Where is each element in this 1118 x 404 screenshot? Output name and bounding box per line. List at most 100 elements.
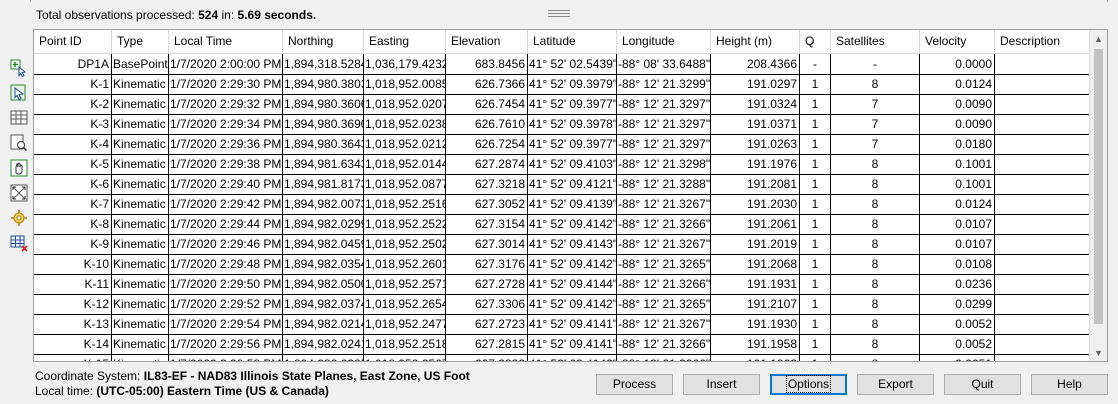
cell-northing[interactable]: 1,894,982.0459 [283,234,364,254]
column-header-description[interactable]: Description [995,30,1090,53]
cell-velocity[interactable]: 0.1001 [920,174,995,194]
scroll-up-icon[interactable]: ▲ [1090,30,1107,47]
cell-latitude[interactable]: 41° 52' 09.3977" [528,94,617,114]
cell-type[interactable]: Kinematic [112,314,169,334]
cell-velocity[interactable]: 0.0107 [920,234,995,254]
table-row[interactable]: K-7 Kinematic 1/7/2020 2:29:42 PM 1,894,982… [34,194,1090,215]
cell-satellites[interactable]: 7 [831,94,920,114]
scroll-down-icon[interactable]: ▼ [1090,344,1107,361]
cell-description[interactable] [995,294,1090,314]
cell-satellites[interactable]: 8 [831,194,920,214]
cell-longitude[interactable]: -88° 12' 21.3266" [617,214,711,234]
cell-velocity[interactable]: 0.0051 [920,354,995,361]
cell-easting[interactable]: 1,018,952.2571 [364,274,446,294]
cell-point-id[interactable]: K-13 [34,314,112,334]
cell-northing[interactable]: 1,894,980.3606 [283,94,364,114]
cell-latitude[interactable]: 41° 52' 09.4142" [528,354,617,361]
cell-satellites[interactable]: 8 [831,74,920,94]
cell-elevation[interactable]: 627.2723 [446,314,528,334]
cell-velocity[interactable]: 0.0108 [920,254,995,274]
cell-height[interactable]: 191.1958 [711,334,800,354]
cell-description[interactable] [995,134,1090,154]
cell-easting[interactable]: 1,018,952.0877 [364,174,446,194]
table-row[interactable]: K-10 Kinematic 1/7/2020 2:29:48 PM 1,894,98… [34,254,1090,275]
cell-northing[interactable]: 1,894,981.8173 [283,174,364,194]
quit-button[interactable]: Quit [944,374,1021,395]
cell-latitude[interactable]: 41° 52' 09.4142" [528,214,617,234]
cell-type[interactable]: Kinematic [112,334,169,354]
cell-velocity[interactable]: 0.0052 [920,334,995,354]
cell-type[interactable]: Kinematic [112,94,169,114]
cell-northing[interactable]: 1,894,982.0214 [283,314,364,334]
cell-height[interactable]: 191.1976 [711,154,800,174]
cell-latitude[interactable]: 41° 52' 09.3979" [528,74,617,94]
add-point-icon[interactable] [9,58,29,78]
cell-description[interactable] [995,114,1090,134]
cell-latitude[interactable]: 41° 52' 09.4121" [528,174,617,194]
cell-point-id[interactable]: K-2 [34,94,112,114]
cell-latitude[interactable]: 41° 52' 09.3978" [528,114,617,134]
help-button[interactable]: Help [1031,374,1108,395]
cell-type[interactable]: Kinematic [112,134,169,154]
settings-point-icon[interactable] [9,208,29,228]
cell-local-time[interactable]: 1/7/2020 2:29:36 PM [169,134,283,154]
cell-velocity[interactable]: 0.0124 [920,74,995,94]
cell-easting[interactable]: 1,036,179.4232 [364,54,446,74]
cell-satellites[interactable]: 8 [831,314,920,334]
cell-point-id[interactable]: K-3 [34,114,112,134]
cell-elevation[interactable]: 683.8456 [446,54,528,74]
cell-satellites[interactable]: 8 [831,234,920,254]
cell-q[interactable]: 1 [800,214,831,234]
cell-local-time[interactable]: 1/7/2020 2:29:58 PM [169,354,283,361]
cell-elevation[interactable]: 627.3306 [446,294,528,314]
cell-type[interactable]: Kinematic [112,114,169,134]
cell-northing[interactable]: 1,894,981.6343 [283,154,364,174]
table-row[interactable]: K-13 Kinematic 1/7/2020 2:29:54 PM 1,894,98… [34,314,1090,335]
cell-local-time[interactable]: 1/7/2020 2:29:48 PM [169,254,283,274]
cell-point-id[interactable]: K-6 [34,174,112,194]
cell-latitude[interactable]: 41° 52' 09.4144" [528,274,617,294]
cell-point-id[interactable]: K-8 [34,214,112,234]
cell-elevation[interactable]: 627.2832 [446,354,528,361]
cell-point-id[interactable]: K-9 [34,234,112,254]
cell-q[interactable]: 1 [800,354,831,361]
cell-local-time[interactable]: 1/7/2020 2:29:44 PM [169,214,283,234]
column-header-easting[interactable]: Easting [364,30,446,53]
cell-description[interactable] [995,174,1090,194]
column-header-q[interactable]: Q [800,30,831,53]
cell-height[interactable]: 191.0371 [711,114,800,134]
cell-point-id[interactable]: K-15 [34,354,112,361]
cell-longitude[interactable]: -88° 12' 21.3267" [617,314,711,334]
cell-northing[interactable]: 1,894,318.5284 [283,54,364,74]
cell-easting[interactable]: 1,018,952.2601 [364,254,446,274]
cell-local-time[interactable]: 1/7/2020 2:29:50 PM [169,274,283,294]
cell-satellites[interactable]: 7 [831,134,920,154]
table-row[interactable]: K-6 Kinematic 1/7/2020 2:29:40 PM 1,894,981… [34,174,1090,195]
column-header-height[interactable]: Height (m) [711,30,800,53]
cell-velocity[interactable]: 0.0124 [920,194,995,214]
cell-velocity[interactable]: 0.0236 [920,274,995,294]
cell-longitude[interactable]: -88° 12' 21.3299" [617,74,711,94]
table-row[interactable]: K-5 Kinematic 1/7/2020 2:29:38 PM 1,894,981… [34,154,1090,175]
cell-easting[interactable]: 1,018,952.0238 [364,114,446,134]
cell-easting[interactable]: 1,018,952.2518 [364,334,446,354]
cell-elevation[interactable]: 627.3014 [446,234,528,254]
cell-satellites[interactable]: 8 [831,214,920,234]
table-row[interactable]: K-11 Kinematic 1/7/2020 2:29:50 PM 1,894,98… [34,274,1090,295]
cell-elevation[interactable]: 627.3218 [446,174,528,194]
cell-point-id[interactable]: DP1A [34,54,112,74]
cell-type[interactable]: Kinematic [112,294,169,314]
cell-point-id[interactable]: K-5 [34,154,112,174]
cell-easting[interactable]: 1,018,952.2502 [364,234,446,254]
cell-satellites[interactable]: 8 [831,294,920,314]
cell-q[interactable]: 1 [800,314,831,334]
cell-easting[interactable]: 1,018,952.0085 [364,74,446,94]
vertical-scrollbar[interactable]: ▲ ▼ [1089,30,1107,361]
cell-height[interactable]: 191.2030 [711,194,800,214]
cell-satellites[interactable]: - [831,54,920,74]
cell-type[interactable]: Kinematic [112,194,169,214]
cell-satellites[interactable]: 8 [831,154,920,174]
cell-longitude[interactable]: -88° 12' 21.3266" [617,274,711,294]
cell-description[interactable] [995,94,1090,114]
cell-q[interactable]: 1 [800,134,831,154]
